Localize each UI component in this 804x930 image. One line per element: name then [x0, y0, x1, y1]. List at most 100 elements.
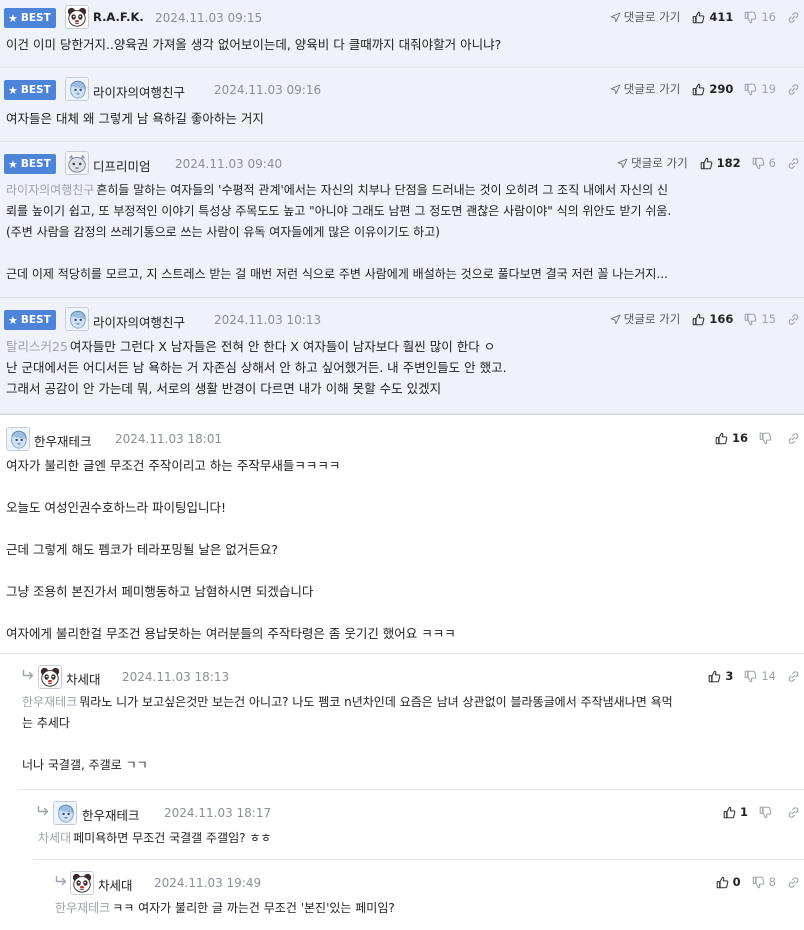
downvote-button[interactable]: [759, 432, 776, 445]
downvote-button[interactable]: 8: [752, 875, 776, 889]
author-nick[interactable]: 한우재테크: [34, 431, 92, 450]
link-icon[interactable]: [787, 157, 800, 170]
upvote-button[interactable]: 3: [708, 669, 733, 683]
upvote-button[interactable]: 411: [692, 10, 733, 24]
avatar[interactable]: [65, 151, 89, 175]
link-icon[interactable]: [787, 83, 800, 96]
upvote-count: 3: [725, 669, 734, 683]
upvote-button[interactable]: 0: [716, 875, 741, 889]
upvote-count: 0: [732, 875, 741, 889]
reply-item: 한우재테크 2024.11.03 18:17 1 차세대 페미욕하면 무조건 국결…: [33, 790, 804, 860]
comment-body: 여자가 불리한 글엔 무조건 주작이리고 하는 주작무새들ㅋㅋㅋㅋ 오늘도 여성…: [0, 455, 804, 644]
comment-date: 2024.11.03 09:16: [214, 83, 322, 97]
upvote-button[interactable]: 182: [700, 156, 741, 170]
goto-reply-button[interactable]: 댓글로 가기: [610, 311, 681, 327]
author-nick[interactable]: R.A.F.K.: [93, 10, 144, 24]
avatar[interactable]: [65, 5, 89, 29]
thumb-up-icon: [708, 670, 721, 683]
avatar[interactable]: [65, 77, 89, 101]
comment-line: 여자들은 대체 왜 그렇게 남 욕하길 좋아하는 거지: [6, 111, 264, 126]
mention-link[interactable]: 한우재테크: [22, 695, 77, 709]
goto-reply-label: 댓글로 가기: [623, 82, 681, 96]
avatar[interactable]: [38, 665, 62, 689]
avatar[interactable]: [70, 871, 94, 895]
star-icon: ★: [8, 313, 18, 327]
comment-line: 그냥 조용히 본진가서 페미행동하고 남혐하시면 되겠습니다: [6, 584, 314, 599]
best-badge: ★ BEST: [4, 8, 56, 28]
downvote-button[interactable]: 16: [744, 10, 776, 24]
comment-date: 2024.11.03 19:49: [154, 876, 262, 890]
link-icon[interactable]: [787, 313, 800, 326]
mention-link[interactable]: 차세대: [38, 831, 71, 845]
mention-link[interactable]: 탈리스커25: [6, 339, 68, 354]
comment-body: 차세대 페미욕하면 무조건 국결갤 주갤임? ㅎㅎ: [33, 828, 804, 849]
downvote-button[interactable]: 6: [752, 156, 776, 170]
author-nick[interactable]: 차세대: [66, 669, 101, 688]
link-icon[interactable]: [787, 432, 800, 445]
upvote-button[interactable]: 16: [715, 431, 748, 445]
comment-line: 여자들만 그런다 X 남자들은 전혀 안 한다 X 여자들이 남자보다 훨씬 많…: [69, 339, 496, 354]
thumb-down-icon: [744, 313, 757, 326]
goto-reply-label: 댓글로 가기: [623, 10, 681, 24]
downvote-button[interactable]: 19: [744, 82, 776, 96]
link-icon[interactable]: [787, 670, 800, 683]
star-icon: ★: [8, 83, 18, 97]
avatar[interactable]: [65, 307, 89, 331]
upvote-button[interactable]: 1: [723, 805, 748, 819]
thumb-up-icon: [700, 157, 713, 170]
mention-link[interactable]: 라이자의여행친구: [6, 183, 94, 197]
comment-item: ★ BEST 라이자의여행친구 2024.11.03 10:13 댓글로 가기 1…: [0, 298, 804, 414]
author-nick[interactable]: 한우재테크: [82, 805, 140, 824]
author-nick[interactable]: 차세대: [98, 875, 133, 894]
link-icon[interactable]: [787, 11, 800, 24]
author-nick[interactable]: 라이자의여행친구: [93, 312, 185, 331]
author-nick[interactable]: 디프리미엄: [93, 156, 151, 175]
comment-line: 흔히들 말하는 여자들의 '수평적 관계'에서는 자신의 치부나 단점을 드러내…: [96, 183, 668, 197]
comment-line: 는 추세다: [22, 716, 70, 730]
upvote-count: 1: [739, 805, 748, 819]
avatar[interactable]: [6, 427, 30, 451]
comment-body: 한우재테크 ㅋㅋ 여자가 불리한 글 까는건 무조건 '본진'있는 페미임?: [51, 898, 804, 919]
goto-reply-button[interactable]: 댓글로 가기: [610, 81, 681, 97]
downvote-count: 15: [761, 312, 776, 326]
avatar[interactable]: [53, 801, 77, 825]
thumb-up-icon: [692, 313, 705, 326]
best-badge: ★ BEST: [4, 310, 56, 330]
comment-date: 2024.11.03 18:13: [122, 670, 230, 684]
upvote-count: 411: [709, 10, 734, 24]
goto-arrow-icon: [610, 84, 621, 95]
thumb-down-icon: [744, 670, 757, 683]
upvote-button[interactable]: 166: [692, 312, 733, 326]
best-label: BEST: [20, 158, 51, 170]
downvote-button[interactable]: 15: [744, 312, 776, 326]
downvote-button[interactable]: [759, 806, 776, 819]
comment-line: 오늘도 여성인권수호하느라 파이팅입니다!: [6, 500, 226, 515]
comment-body: 탈리스커25 여자들만 그런다 X 남자들은 전혀 안 한다 X 여자들이 남자보…: [0, 336, 804, 399]
downvote-button[interactable]: 14: [744, 669, 776, 683]
star-icon: ★: [8, 157, 18, 171]
goto-reply-label: 댓글로 가기: [631, 156, 688, 170]
goto-arrow-icon: [617, 158, 628, 169]
author-nick[interactable]: 라이자의여행친구: [93, 82, 185, 101]
upvote-button[interactable]: 290: [692, 82, 733, 96]
thumb-down-icon: [752, 157, 765, 170]
thumb-down-icon: [744, 11, 757, 24]
best-label: BEST: [20, 314, 51, 326]
link-icon[interactable]: [787, 876, 800, 889]
reply-item: 차세대 2024.11.03 18:13 3 14 한우재테크 뭐라노 니가 보고…: [18, 654, 804, 790]
downvote-count: 8: [768, 875, 776, 889]
goto-reply-label: 댓글로 가기: [623, 312, 681, 326]
comment-line: 페미욕하면 무조건 국결갤 주갤임? ㅎㅎ: [73, 831, 272, 845]
comment-date: 2024.11.03 10:13: [214, 313, 322, 327]
comment-line: 그래서 공감이 안 가는데 뭐, 서로의 생활 반경이 다르면 내가 이해 못할…: [6, 381, 442, 396]
mention-link[interactable]: 한우재테크: [55, 901, 110, 915]
goto-reply-button[interactable]: 댓글로 가기: [610, 9, 681, 25]
star-icon: ★: [8, 11, 18, 25]
goto-reply-button[interactable]: 댓글로 가기: [617, 155, 688, 171]
best-badge: ★ BEST: [4, 80, 56, 100]
thumb-up-icon: [723, 806, 736, 819]
reply-item: 차세대 2024.11.03 19:49 0 8 한우재테크 ㅋㅋ 여자가 불리한…: [51, 860, 804, 930]
downvote-count: 6: [768, 156, 776, 170]
link-icon[interactable]: [787, 806, 800, 819]
downvote-count: 16: [761, 10, 776, 24]
